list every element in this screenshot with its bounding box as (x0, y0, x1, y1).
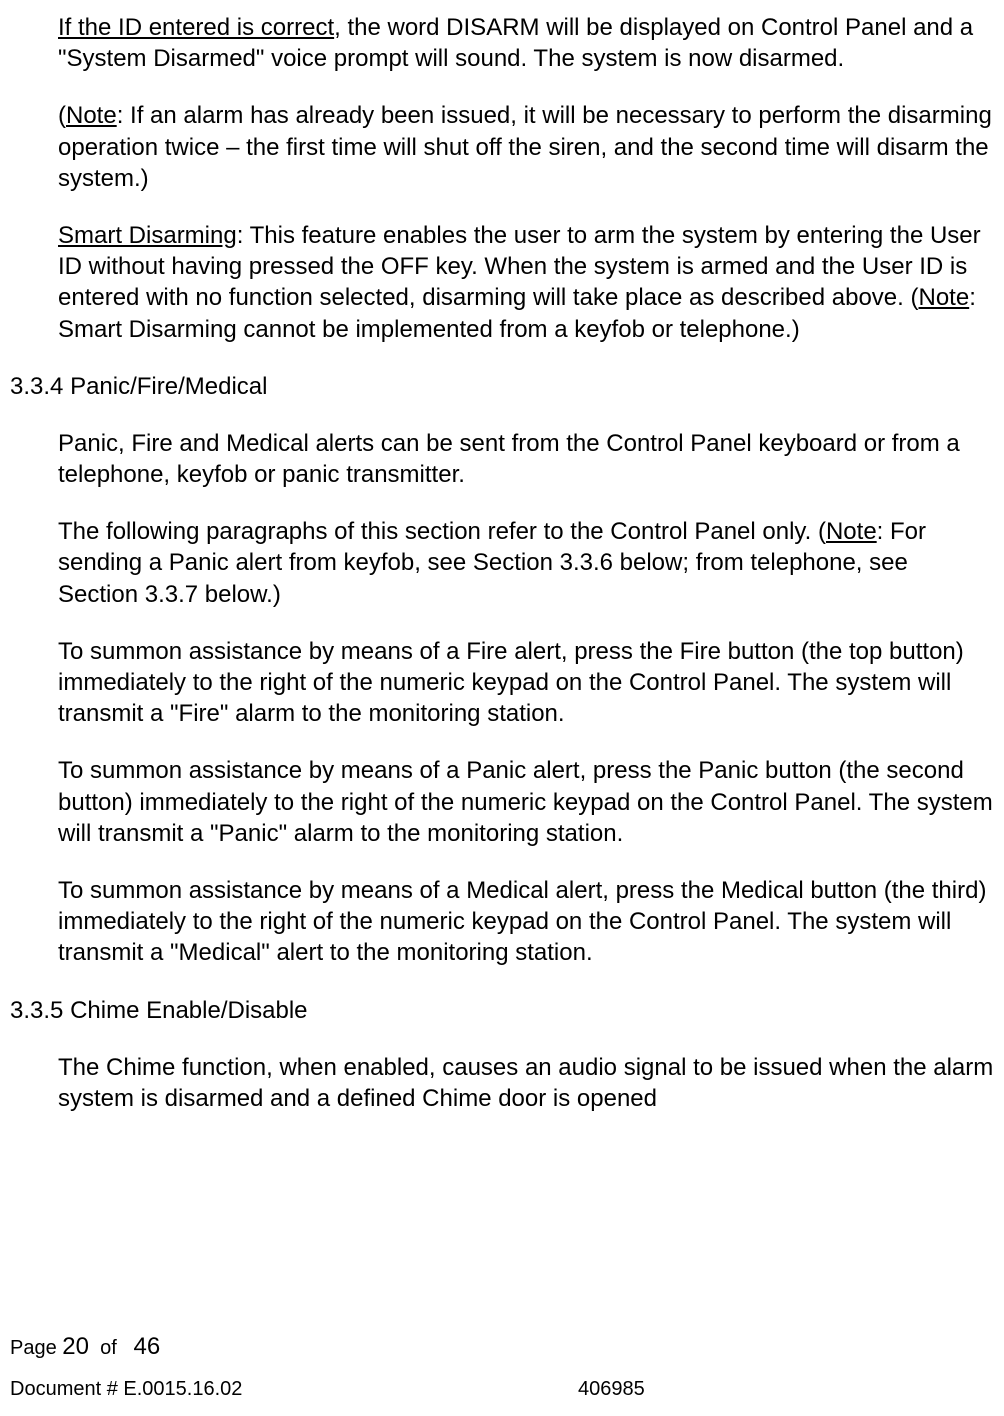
page-footer: Page 20 of 46 Document # E.0015.16.02 40… (10, 1331, 994, 1402)
body-text: To summon assistance by means of a Medic… (58, 877, 986, 966)
page-of: of (100, 1337, 117, 1359)
section-title: Chime Enable/Disable (70, 997, 307, 1024)
paragraph-chime-function: The Chime function, when enabled, causes… (58, 1052, 994, 1114)
document-id: Document # E.0015.16.02 (10, 1376, 242, 1402)
page-label: Page (10, 1337, 57, 1359)
paragraph-smart-disarm: Smart Disarming: This feature enables th… (58, 220, 994, 345)
paragraph-medical-alert: To summon assistance by means of a Medic… (58, 875, 994, 969)
footer-page-info: Page 20 of 46 (10, 1331, 994, 1362)
page-current: 20 (62, 1333, 89, 1360)
underline-text: If the ID entered is correct (58, 14, 334, 41)
section-title: Panic/Fire/Medical (70, 373, 267, 400)
body-text: Panic, Fire and Medical alerts can be se… (58, 430, 960, 488)
underline-note: Note (918, 284, 969, 311)
body-text: The following paragraphs of this section… (58, 518, 826, 545)
body-text: The Chime function, when enabled, causes… (58, 1054, 993, 1112)
underline-note: Note (66, 102, 117, 129)
paragraph-panic-note: The following paragraphs of this section… (58, 516, 994, 610)
underline-smart-disarming: Smart Disarming (58, 222, 237, 249)
section-number: 3.3.4 (10, 371, 63, 402)
body-text: To summon assistance by means of a Panic… (58, 757, 993, 846)
footer-document-info: Document # E.0015.16.02 406985 (10, 1376, 994, 1402)
document-code: 406985 (578, 1376, 645, 1402)
underline-note: Note (826, 518, 877, 545)
page-total: 46 (133, 1333, 160, 1360)
paragraph-disarm-correct: If the ID entered is correct, the word D… (58, 12, 994, 74)
body-text: : If an alarm has already been issued, i… (58, 102, 992, 191)
paragraph-panic-alert: To summon assistance by means of a Panic… (58, 755, 994, 849)
paragraph-fire-alert: To summon assistance by means of a Fire … (58, 636, 994, 730)
section-heading-chime: 3.3.5 Chime Enable/Disable (10, 995, 994, 1026)
paragraph-note-alarm: (Note: If an alarm has already been issu… (58, 100, 994, 194)
body-text: To summon assistance by means of a Fire … (58, 638, 964, 727)
paren-open: ( (58, 102, 66, 129)
paragraph-panic-fire-medical-intro: Panic, Fire and Medical alerts can be se… (58, 428, 994, 490)
section-number: 3.3.5 (10, 995, 63, 1026)
section-heading-panic-fire-medical: 3.3.4 Panic/Fire/Medical (10, 371, 994, 402)
